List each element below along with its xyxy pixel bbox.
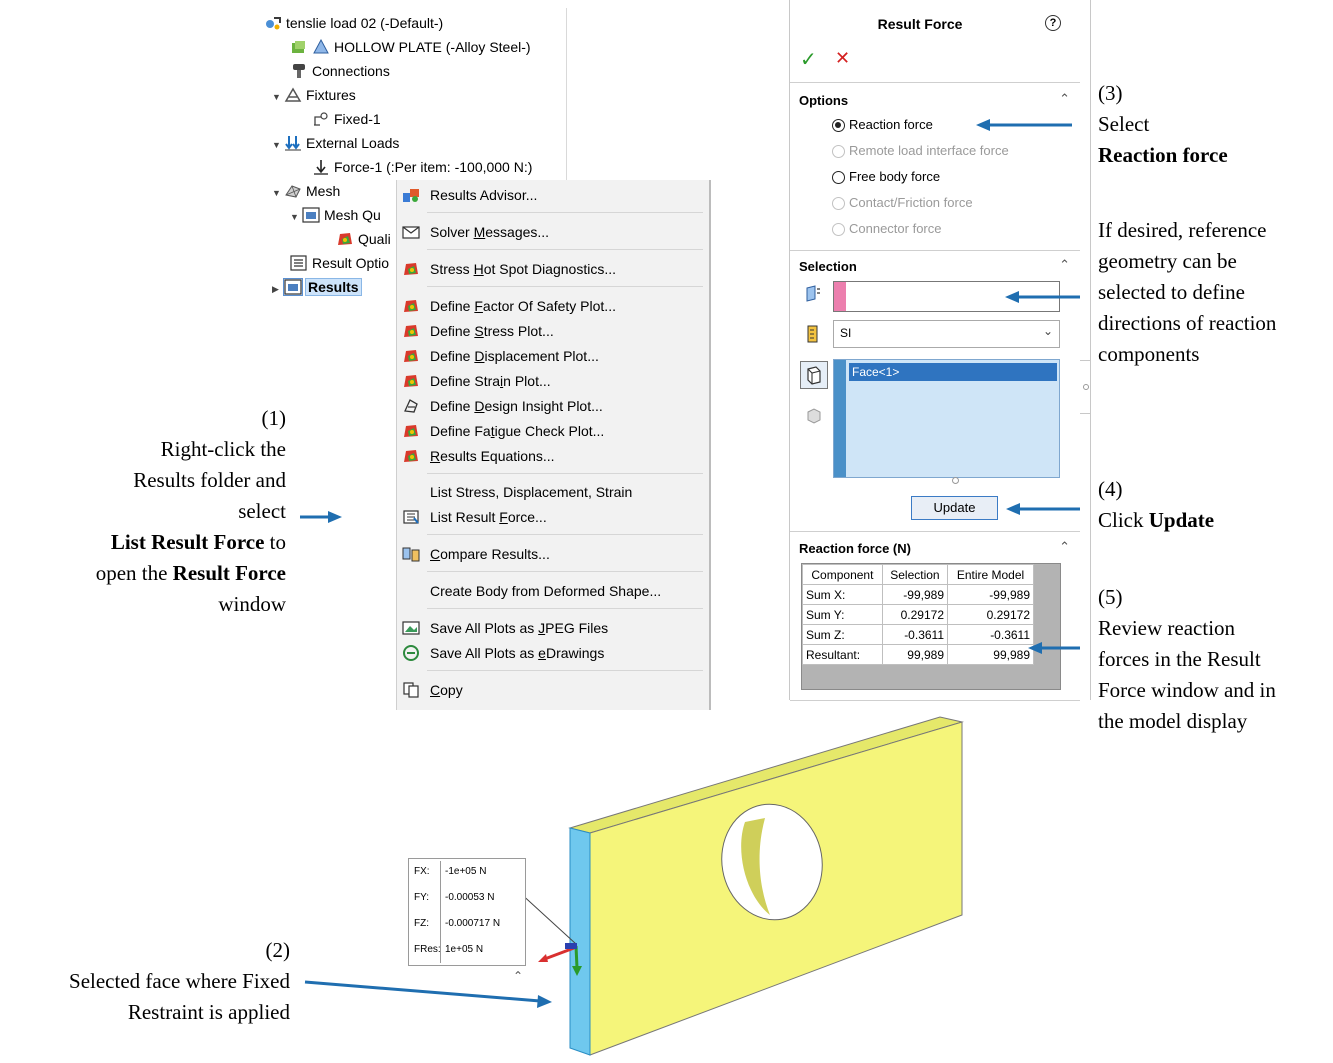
annotation-line: open the Result Force [95,561,286,585]
step-number: (4) [1098,477,1123,501]
annotation-line: Restraint is applied [127,1000,290,1024]
annotation-line: directions of reaction [1098,311,1277,335]
callout-value: 1e+05 N [445,944,484,955]
step-number: (5) [1098,585,1123,609]
annotation-reference-geometry: If desired, reference geometry can be se… [1098,215,1333,370]
annotation-line: List Result Force to [110,530,286,554]
callout-collapse-icon: ⌃ [513,969,523,983]
callout-row-fres: FRes: 1e+05 N [409,937,525,963]
annotation-line: geometry can be [1098,249,1237,273]
triad-y-axis [574,945,579,969]
annotation-line: Selected face where Fixed [69,969,290,993]
triad-z-axis [565,943,577,949]
annotation-step-1: (1) Right-click the Results folder and s… [26,403,286,620]
annotation-line: Force window and in [1098,678,1276,702]
annotation-step-3: (3) Select Reaction force [1098,78,1328,171]
annotation-line: Select [1098,112,1150,136]
annotation-line: Review reaction [1098,616,1236,640]
annotation-line: Results folder and [133,468,286,492]
annotation-line: selected to define [1098,280,1245,304]
annotation-step-4: (4) Click Update [1098,474,1328,536]
reaction-callout-box: FX: -1e+05 N FY: -0.00053 N FZ: -0.000717 N… [408,858,526,966]
callout-row-fx: FX: -1e+05 N [409,859,525,885]
callout-value: -0.00053 N [445,892,495,903]
callout-value: -1e+05 N [445,866,487,877]
annotation-step-2: (2) Selected face where Fixed Restraint … [0,935,290,1028]
annotation-line: Reaction force [1098,143,1228,167]
callout-key: FZ: [414,918,429,929]
annotation-line: select [238,499,286,523]
callout-key: FY: [414,892,430,903]
callout-key: FX: [414,866,430,877]
callout-key: FRes: [414,944,441,955]
annotation-line: forces in the Result [1098,647,1261,671]
callout-row-fz: FZ: -0.000717 N [409,911,525,937]
step-number: (2) [265,938,291,962]
annotation-line: Right-click the [160,437,286,461]
annotation-line: window [218,592,286,616]
callout-row-fy: FY: -0.00053 N [409,885,525,911]
annotation-line: If desired, reference [1098,218,1267,242]
annotation-step-5: (5) Review reaction forces in the Result… [1098,582,1333,737]
annotation-line: the model display [1098,709,1248,733]
annotation-line: components [1098,342,1200,366]
step-number: (3) [1098,81,1123,105]
annotation-line: Click Update [1098,508,1215,532]
step-number: (1) [261,406,287,430]
callout-value: -0.000717 N [445,918,501,929]
triad-x-arrow [538,954,548,962]
